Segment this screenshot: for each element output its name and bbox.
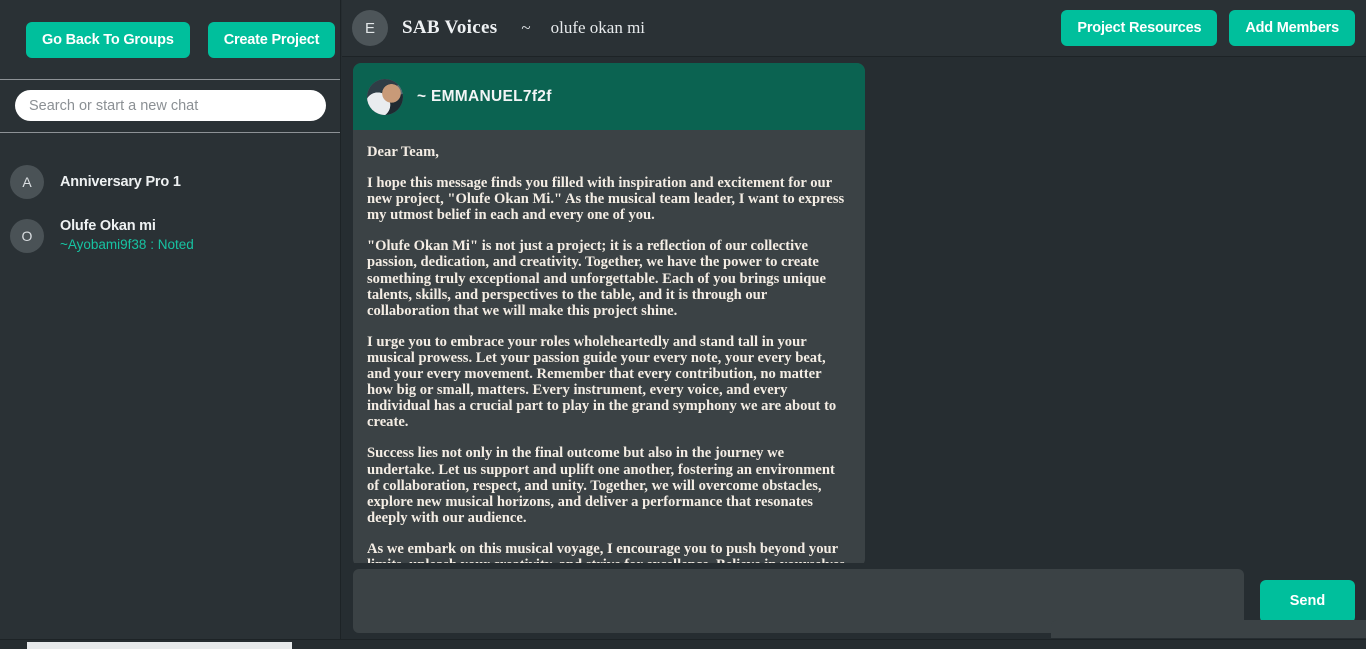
- message-paragraph: I hope this message finds you filled wit…: [367, 175, 845, 224]
- project-identity: E SAB Voices ~ olufe okan mi: [342, 10, 645, 46]
- avatar: A: [10, 164, 44, 199]
- page-title: SAB Voices: [402, 17, 498, 38]
- left-sidebar: Go Back To Groups Create Project A Anniv…: [0, 0, 341, 639]
- message-paragraph: Success lies not only in the final outco…: [367, 445, 835, 526]
- message-sender-header: ~ EMMANUEL7f2f: [353, 63, 865, 130]
- message-paragraph: As we embark on this musical voyage, I e…: [367, 540, 849, 563]
- search-container: [0, 80, 340, 132]
- horizontal-scrollbar[interactable]: [0, 639, 1366, 649]
- avatar: E: [352, 10, 388, 46]
- user-photo-avatar-icon: [367, 78, 403, 115]
- message-sender-name: ~ EMMANUEL7f2f: [417, 87, 552, 105]
- sidebar-action-bar: Go Back To Groups Create Project: [0, 0, 340, 79]
- create-project-button[interactable]: Create Project: [207, 21, 336, 58]
- avatar: O: [10, 218, 44, 253]
- message-scroll-area[interactable]: ~ EMMANUEL7f2f Dear Team, I hope this me…: [342, 58, 1366, 563]
- project-resources-button[interactable]: Project Resources: [1061, 10, 1218, 46]
- chat-preview: ~Ayobami9f38 : Noted: [60, 237, 194, 252]
- send-button[interactable]: Send: [1260, 579, 1355, 623]
- list-item[interactable]: O Olufe Okan mi ~Ayobami9f38 : Noted: [0, 209, 340, 262]
- chat-row-text: Anniversary Pro 1: [60, 173, 181, 191]
- chat-name: Olufe Okan mi: [60, 218, 156, 234]
- list-item[interactable]: A Anniversary Pro 1: [0, 155, 340, 208]
- horizontal-scrollbar-thumb[interactable]: [27, 642, 292, 649]
- add-members-button[interactable]: Add Members: [1229, 10, 1355, 46]
- message-card: ~ EMMANUEL7f2f Dear Team, I hope this me…: [353, 63, 865, 563]
- message-paragraph: I urge you to embrace your roles wholehe…: [367, 333, 837, 431]
- vertical-scrollbar-corner[interactable]: [1051, 620, 1366, 638]
- title-separator: ~: [521, 18, 531, 37]
- project-subtitle: olufe okan mi: [550, 18, 646, 37]
- go-back-to-groups-button[interactable]: Go Back To Groups: [26, 21, 190, 58]
- project-header-bar: E SAB Voices ~ olufe okan mi Project Res…: [342, 0, 1366, 57]
- chat-list: A Anniversary Pro 1 O Olufe Okan mi ~Ayo…: [0, 133, 340, 262]
- message-body: Dear Team, I hope this message finds you…: [353, 130, 865, 563]
- chat-app-window: Go Back To Groups Create Project A Anniv…: [0, 0, 1366, 649]
- message-paragraph: "Olufe Okan Mi" is not just a project; i…: [367, 238, 826, 319]
- chat-name: Anniversary Pro 1: [60, 173, 181, 190]
- chat-row-text: Olufe Okan mi ~Ayobami9f38 : Noted: [60, 217, 194, 254]
- header-actions: Project Resources Add Members: [1061, 10, 1366, 46]
- search-input[interactable]: [15, 90, 326, 121]
- message-paragraph: Dear Team,: [367, 144, 439, 160]
